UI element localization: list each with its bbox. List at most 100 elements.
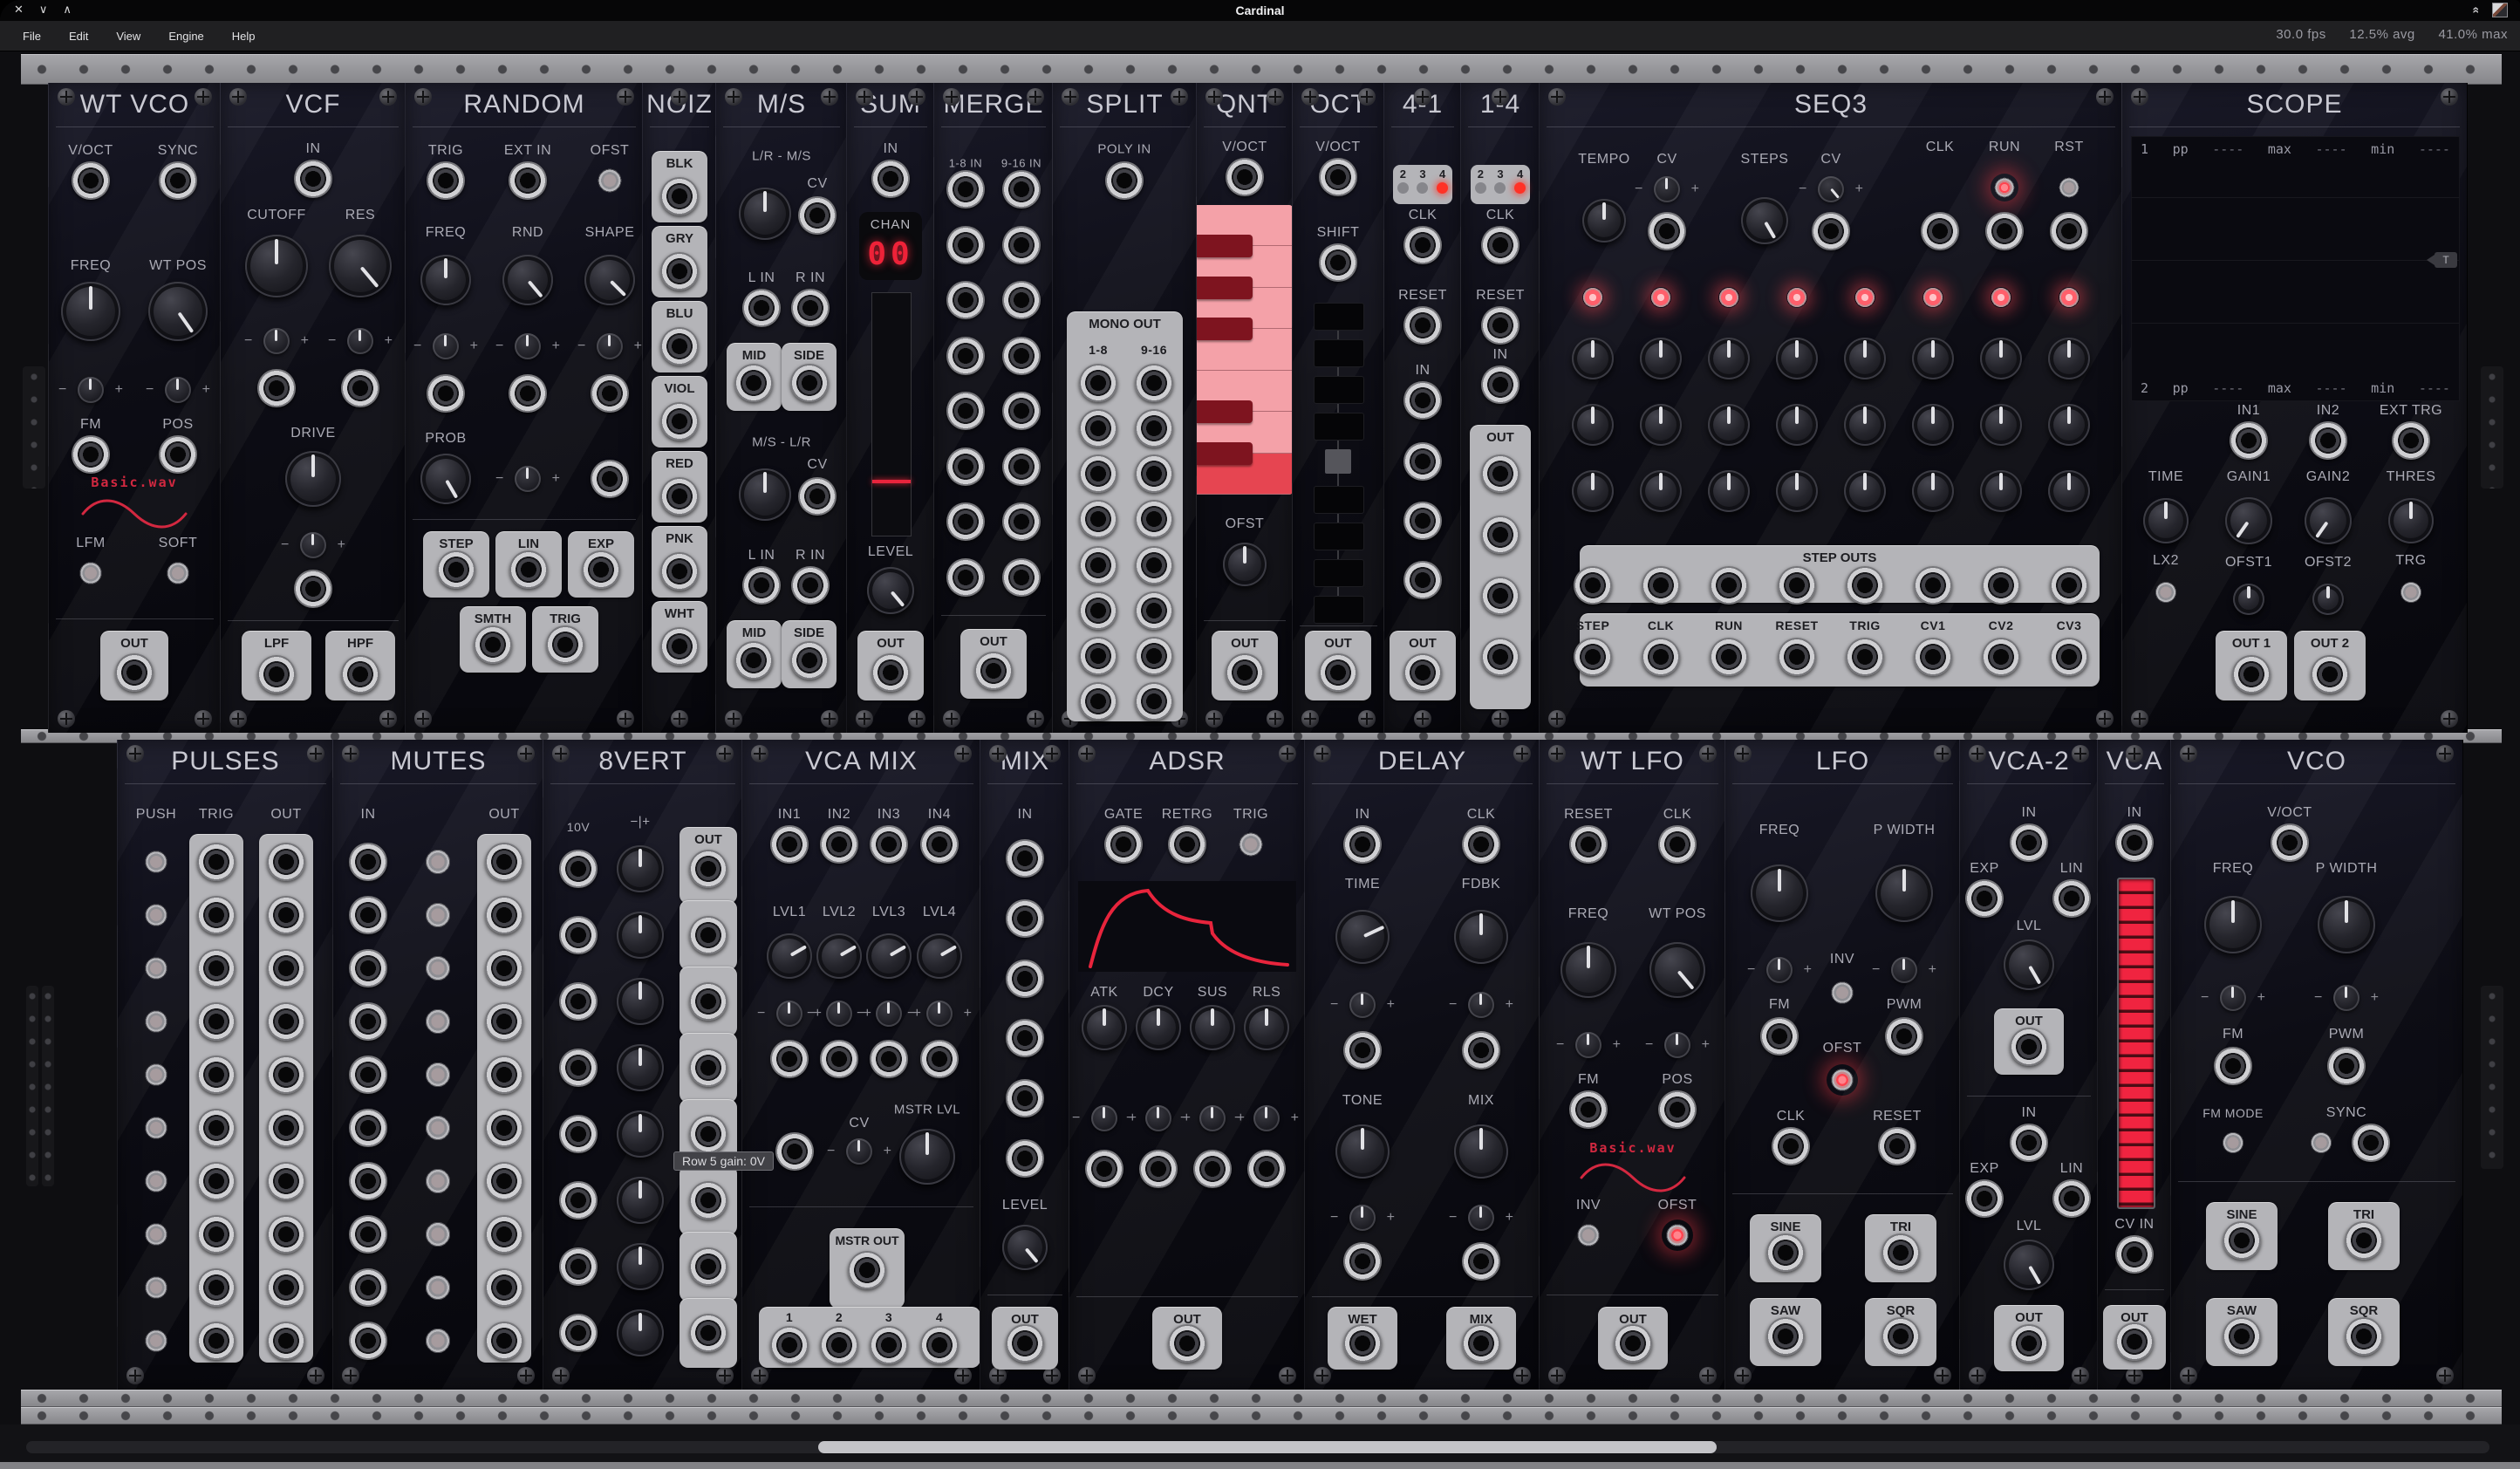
wt-lfo-ofst-button[interactable] xyxy=(1662,1220,1693,1251)
scope-trigger-handle[interactable]: T xyxy=(2435,252,2457,268)
seq3-tempo-cv-trim[interactable]: −+ xyxy=(1654,176,1680,202)
delay-wet-output[interactable] xyxy=(1343,1324,1382,1363)
seq3-cv2-step8-knob[interactable] xyxy=(2048,404,2090,446)
qnt-v-oct-input[interactable] xyxy=(1226,158,1264,196)
oct-block[interactable] xyxy=(1314,413,1364,441)
8vert-out-7[interactable] xyxy=(689,1247,727,1286)
mix-level-knob[interactable] xyxy=(1002,1225,1048,1270)
8vert-gain-3-knob[interactable] xyxy=(617,978,664,1025)
seq3-cv3-step2-knob[interactable] xyxy=(1640,470,1682,512)
mutes-mute-1[interactable] xyxy=(420,844,455,879)
lfo-clk-input[interactable] xyxy=(1772,1127,1810,1165)
delay-tone-cv-input[interactable] xyxy=(1343,1242,1382,1281)
lfo-sine-output[interactable] xyxy=(1766,1233,1805,1272)
split-out-8[interactable] xyxy=(1079,682,1117,721)
pulses-out-7[interactable] xyxy=(267,1162,305,1200)
8vert-out-4[interactable] xyxy=(689,1049,727,1087)
vca-2-lvl-1-knob[interactable] xyxy=(2004,939,2054,990)
pulses-push-8[interactable] xyxy=(140,1219,172,1250)
menu-item-engine[interactable]: Engine xyxy=(168,30,203,43)
vco-pwm-trim[interactable]: −+ xyxy=(2333,985,2360,1011)
delay-time-knob[interactable] xyxy=(1335,910,1390,964)
pulses-trig-9[interactable] xyxy=(197,1268,236,1307)
ms-mid-output[interactable] xyxy=(734,364,773,402)
wt-lfo-out-output[interactable] xyxy=(1614,1324,1652,1363)
pulses-trig-8[interactable] xyxy=(197,1215,236,1254)
random-ofst-button[interactable] xyxy=(593,164,626,197)
mutes-out-7[interactable] xyxy=(485,1162,523,1200)
vco-p-width-knob[interactable] xyxy=(2318,896,2375,953)
delay-audio-input[interactable] xyxy=(1343,825,1382,864)
mutes-mute-2[interactable] xyxy=(420,898,455,933)
mutes-mute-8[interactable] xyxy=(420,1217,455,1252)
mix-in-2[interactable] xyxy=(1006,899,1044,938)
mutes-in-10[interactable] xyxy=(349,1322,387,1360)
lfo-fm-trim[interactable]: −+ xyxy=(1766,957,1793,983)
seq3-step-out-7[interactable] xyxy=(1982,566,2020,605)
merge-in-10[interactable] xyxy=(1002,226,1041,264)
menu-item-view[interactable]: View xyxy=(116,30,140,43)
seq3-cv3-output[interactable] xyxy=(2050,638,2088,676)
delay-mix-cv-input[interactable] xyxy=(1462,1242,1500,1281)
wt-lfo-pos-cv-trim[interactable]: −+ xyxy=(1664,1032,1690,1058)
vcf-drive-knob[interactable] xyxy=(285,451,341,507)
noiz-white-output[interactable] xyxy=(660,627,699,666)
ms-ms-lr-knob[interactable] xyxy=(739,468,791,521)
vcf-res-cv-input[interactable] xyxy=(341,369,379,407)
vca-mix-cv3-input[interactable] xyxy=(870,1040,908,1078)
pulses-out-2[interactable] xyxy=(267,896,305,934)
wt-vco-pos-input[interactable] xyxy=(159,435,197,474)
split-out-3[interactable] xyxy=(1079,454,1117,493)
split-out-16[interactable] xyxy=(1135,682,1173,721)
8vert-in-8[interactable] xyxy=(559,1314,598,1352)
lfo-freq-knob[interactable] xyxy=(1751,864,1808,922)
pulses-push-4[interactable] xyxy=(140,1006,172,1037)
vca-mix-in-3[interactable] xyxy=(870,825,908,864)
seq3-cv3-step4-knob[interactable] xyxy=(1776,470,1818,512)
pulses-push-2[interactable] xyxy=(140,899,172,931)
8vert-out-5[interactable] xyxy=(689,1115,727,1153)
scope-thres-knob[interactable] xyxy=(2388,498,2434,543)
switch-1-4-out-2[interactable] xyxy=(1481,516,1520,554)
mutes-out-3[interactable] xyxy=(485,949,523,987)
lfo-inv-button[interactable] xyxy=(1827,977,1858,1008)
switch-4-1-in-3[interactable] xyxy=(1403,502,1442,540)
wt-vco-sync-input[interactable] xyxy=(159,161,197,200)
vca-mix-lvl1-knob[interactable] xyxy=(767,933,812,979)
switch-1-4-in-input[interactable] xyxy=(1481,366,1520,404)
lfo-tri-output[interactable] xyxy=(1881,1233,1920,1272)
switch-4-1-in-2[interactable] xyxy=(1403,442,1442,481)
scope-lx2-button[interactable] xyxy=(2151,577,2181,607)
seq3-steps-knob[interactable] xyxy=(1741,197,1788,244)
scope-gain2-knob[interactable] xyxy=(2305,497,2352,544)
switch-4-1-in-1[interactable] xyxy=(1403,381,1442,420)
mutes-mute-5[interactable] xyxy=(420,1057,455,1092)
vcf-cutoff-cv-trim[interactable]: −+ xyxy=(263,328,290,354)
delay-mix-cv-trim[interactable]: −+ xyxy=(1468,1205,1494,1231)
delay-mix-output[interactable] xyxy=(1462,1324,1500,1363)
pulses-out-6[interactable] xyxy=(267,1109,305,1147)
oct-block[interactable] xyxy=(1314,559,1364,587)
merge-in-8[interactable] xyxy=(946,558,985,597)
switch-1-4-clk-input[interactable] xyxy=(1481,226,1520,264)
oct-selected-block[interactable] xyxy=(1325,449,1351,474)
split-out-14[interactable] xyxy=(1135,591,1173,630)
mutes-mute-6[interactable] xyxy=(420,1110,455,1145)
ms-side-output[interactable] xyxy=(790,364,829,402)
delay-fdbk-cv-trim[interactable]: −+ xyxy=(1468,992,1494,1018)
vca-cv-input[interactable] xyxy=(2115,1235,2154,1274)
oct-block[interactable] xyxy=(1314,376,1364,404)
seq3-cv2-step7-knob[interactable] xyxy=(1980,404,2022,446)
panel-icon[interactable] xyxy=(2492,3,2508,17)
wt-vco-lfm-button[interactable] xyxy=(75,557,106,589)
scope-in1-input[interactable] xyxy=(2230,421,2268,460)
pulses-out-4[interactable] xyxy=(267,1002,305,1041)
mutes-out-8[interactable] xyxy=(485,1215,523,1254)
scope-trg-button[interactable] xyxy=(2396,577,2426,607)
random-freq-cv-trim[interactable]: −+ xyxy=(433,333,459,359)
8vert-out-1[interactable] xyxy=(689,850,727,888)
merge-in-4[interactable] xyxy=(946,337,985,375)
pulses-trig-4[interactable] xyxy=(197,1002,236,1041)
mutes-in-5[interactable] xyxy=(349,1056,387,1094)
mutes-in-9[interactable] xyxy=(349,1268,387,1307)
